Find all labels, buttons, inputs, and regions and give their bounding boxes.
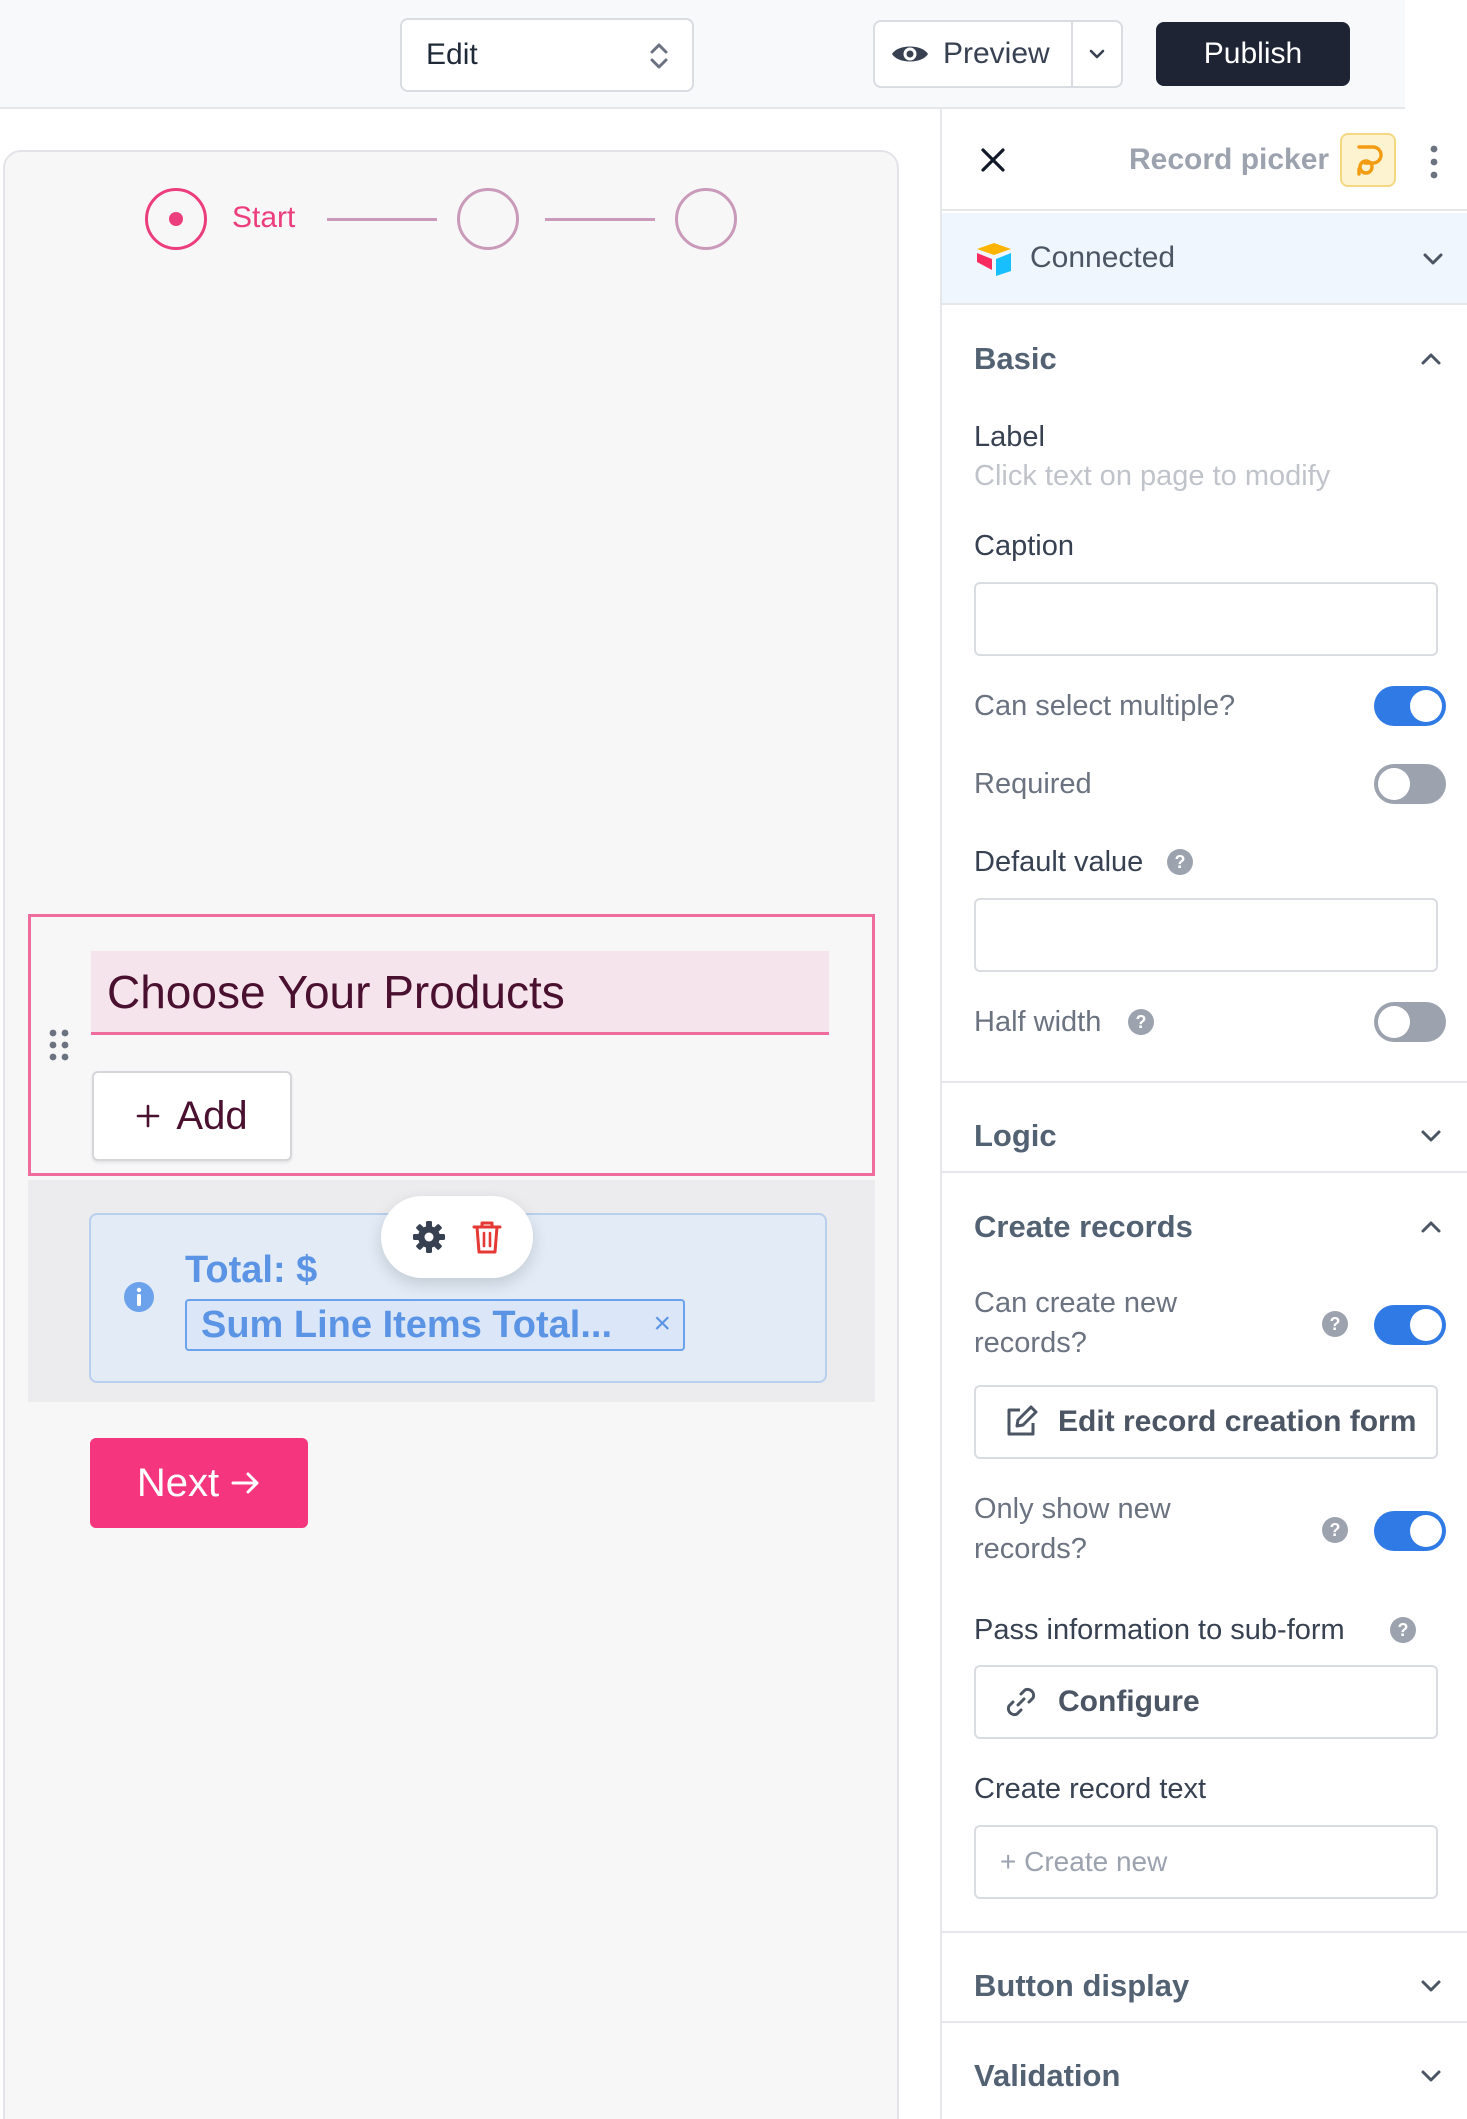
configure-button[interactable]: Configure <box>974 1665 1438 1739</box>
default-value-input[interactable] <box>974 898 1438 972</box>
logic-section-header[interactable]: Logic <box>974 1118 1057 1154</box>
help-icon[interactable]: ? <box>1167 849 1193 875</box>
preview-dropdown-button[interactable] <box>1071 20 1123 88</box>
close-icon[interactable] <box>978 145 1008 175</box>
half-width-toggle[interactable] <box>1374 1002 1446 1042</box>
top-bar: Edit Preview Publish <box>0 0 1405 109</box>
plus-icon <box>137 1104 160 1128</box>
record-picker-badge <box>1340 133 1396 187</box>
chevron-up-icon[interactable] <box>1419 351 1443 367</box>
can-create-records-label-line-2: records? <box>974 1327 1087 1359</box>
panel-header: Record picker <box>942 109 1467 211</box>
default-value-title: Default value <box>974 846 1144 878</box>
add-button-label: Add <box>176 1093 248 1138</box>
half-width-label: Half width <box>974 1006 1102 1038</box>
selected-record-picker-block[interactable]: Choose Your Products Add <box>28 914 875 1176</box>
required-toggle[interactable] <box>1374 764 1446 804</box>
drag-handle-icon[interactable] <box>47 1027 71 1063</box>
create-records-section-header[interactable]: Create records <box>974 1209 1193 1245</box>
create-record-text-input[interactable]: + Create new <box>974 1825 1438 1899</box>
publish-button[interactable]: Publish <box>1156 22 1350 86</box>
create-record-text-title: Create record text <box>974 1773 1207 1805</box>
edit-record-creation-form-label: Edit record creation form <box>1058 1405 1417 1438</box>
step-connector <box>545 218 655 221</box>
chevron-down-icon[interactable] <box>1419 1978 1443 1994</box>
step-2-indicator[interactable] <box>457 188 519 250</box>
step-3-indicator[interactable] <box>675 188 737 250</box>
label-field-title: Label <box>974 421 1045 453</box>
block-heading[interactable]: Choose Your Products <box>91 951 829 1035</box>
step-1-active-indicator[interactable] <box>145 188 207 250</box>
only-show-new-records-toggle[interactable] <box>1374 1511 1446 1551</box>
section-divider <box>942 1171 1467 1173</box>
caption-field-title: Caption <box>974 530 1074 562</box>
preview-label: Preview <box>943 37 1050 70</box>
can-create-records-label-line-1: Can create new <box>974 1287 1178 1319</box>
chevron-up-down-icon <box>650 43 668 69</box>
validation-section-header[interactable]: Validation <box>974 2058 1120 2094</box>
more-options-icon[interactable] <box>1430 145 1438 179</box>
configure-label: Configure <box>1058 1685 1200 1718</box>
mode-select-value: Edit <box>426 38 478 71</box>
remove-chip-icon[interactable]: × <box>653 1307 671 1341</box>
basic-section-header[interactable]: Basic <box>974 341 1057 377</box>
section-divider <box>942 2021 1467 2023</box>
panel-title: Record picker <box>1129 143 1330 176</box>
only-show-new-records-label-line-1: Only show new <box>974 1493 1171 1525</box>
preview-button[interactable]: Preview <box>873 20 1073 88</box>
only-show-new-records-label-line-2: records? <box>974 1533 1087 1565</box>
can-select-multiple-label: Can select multiple? <box>974 690 1236 722</box>
record-picker-icon <box>1357 145 1383 176</box>
mode-select[interactable]: Edit <box>400 18 694 92</box>
help-icon[interactable]: ? <box>1128 1009 1154 1035</box>
sum-field-chip-label: Sum Line Items Total... <box>201 1303 613 1346</box>
connection-row[interactable]: Connected <box>942 213 1467 305</box>
chevron-down-icon[interactable] <box>1419 1128 1443 1144</box>
connection-status: Connected <box>1030 241 1176 274</box>
required-label: Required <box>974 768 1092 800</box>
info-icon <box>124 1282 154 1312</box>
step-connector <box>327 218 437 221</box>
can-create-records-toggle[interactable] <box>1374 1305 1446 1345</box>
can-select-multiple-toggle[interactable] <box>1374 686 1446 726</box>
next-button[interactable]: Next <box>90 1438 308 1528</box>
total-label: Total: $ <box>185 1249 318 1291</box>
section-divider <box>942 1081 1467 1083</box>
settings-panel: Record picker Connected Basic Label Clic… <box>940 109 1467 2119</box>
section-divider <box>942 1931 1467 1933</box>
form-stepper: Start <box>145 188 745 250</box>
gear-icon[interactable] <box>411 1219 447 1255</box>
airtable-logo-icon <box>977 243 1011 276</box>
block-floating-toolbar <box>381 1196 533 1278</box>
next-button-label: Next <box>136 1460 220 1505</box>
edit-record-creation-form-button[interactable]: Edit record creation form <box>974 1385 1438 1459</box>
chevron-up-icon[interactable] <box>1419 1219 1443 1235</box>
arrow-right-icon <box>231 1472 259 1494</box>
help-icon[interactable]: ? <box>1322 1517 1348 1543</box>
chevron-down-icon <box>1089 49 1105 59</box>
eye-icon <box>892 46 928 62</box>
chevron-down-icon <box>1423 253 1443 265</box>
add-button[interactable]: Add <box>92 1071 292 1161</box>
help-icon[interactable]: ? <box>1390 1617 1416 1643</box>
trash-icon[interactable] <box>471 1219 503 1255</box>
caption-input[interactable] <box>974 582 1438 656</box>
help-icon[interactable]: ? <box>1322 1311 1348 1337</box>
edit-icon <box>1007 1405 1038 1436</box>
chevron-down-icon[interactable] <box>1419 2068 1443 2084</box>
pass-information-label: Pass information to sub-form <box>974 1614 1345 1646</box>
sum-field-chip[interactable]: Sum Line Items Total... × <box>185 1299 685 1351</box>
link-icon <box>1006 1687 1036 1717</box>
label-field-hint: Click text on page to modify <box>974 460 1331 492</box>
button-display-section-header[interactable]: Button display <box>974 1968 1189 2004</box>
step-1-label: Start <box>232 201 296 234</box>
